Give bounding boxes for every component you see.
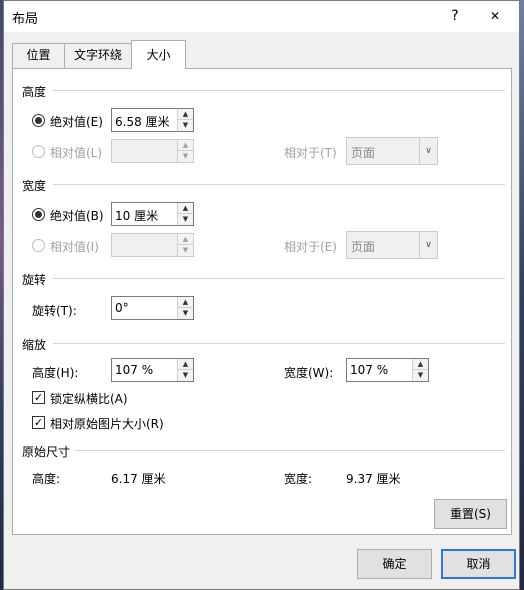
cancel-button[interactable]: 取消 <box>441 549 516 579</box>
rotation-section-title: 旋转 <box>22 273 47 287</box>
original-size-section-title: 原始尺寸 <box>22 445 71 459</box>
spin-down-icon[interactable]: ▼ <box>178 151 193 162</box>
size-panel: 高度 绝对值(E) 6.58 厘米 ▲ ▼ 相对值(L) ▲ ▼ 相对于(T) … <box>12 68 512 535</box>
section-divider <box>53 343 505 344</box>
section-divider <box>75 450 505 451</box>
width-relative-label: 相对值(I) <box>50 240 99 254</box>
height-relative-to-value: 页面 <box>351 146 376 160</box>
width-absolute-value: 10 厘米 <box>115 209 159 223</box>
spin-up-icon[interactable]: ▲ <box>178 109 193 120</box>
title-bar: 布局 ? ✕ <box>4 1 519 32</box>
spin-down-icon[interactable]: ▼ <box>413 370 428 381</box>
spin-buttons: ▲ ▼ <box>412 359 428 381</box>
width-relative-spinbox[interactable]: ▲ ▼ <box>111 233 194 257</box>
reset-button[interactable]: 重置(S) <box>434 499 507 529</box>
scale-width-spinbox[interactable]: 107 % ▲ ▼ <box>346 358 429 382</box>
width-absolute-spinbox[interactable]: 10 厘米 ▲ ▼ <box>111 202 194 226</box>
spin-up-icon[interactable]: ▲ <box>178 297 193 308</box>
width-relative-to-select[interactable]: 页面 ∨ <box>346 231 438 259</box>
chevron-down-icon: ∨ <box>419 138 437 164</box>
spin-up-icon[interactable]: ▲ <box>178 359 193 370</box>
tab-position[interactable]: 位置 <box>12 43 65 68</box>
rotation-spinbox[interactable]: 0° ▲ ▼ <box>111 296 194 320</box>
height-relative-label: 相对值(L) <box>50 146 103 160</box>
ok-button[interactable]: 确定 <box>357 549 432 579</box>
spin-up-icon[interactable]: ▲ <box>178 234 193 245</box>
height-relative-spinbox[interactable]: ▲ ▼ <box>111 139 194 163</box>
help-button[interactable]: ? <box>444 6 466 26</box>
relative-original-checkbox[interactable]: ✓ <box>32 416 45 429</box>
scale-height-spinbox[interactable]: 107 % ▲ ▼ <box>111 358 194 382</box>
height-absolute-label: 绝对值(E) <box>50 115 103 129</box>
height-relative-radio[interactable] <box>32 145 45 158</box>
scale-width-value: 107 % <box>350 363 389 377</box>
spin-down-icon[interactable]: ▼ <box>178 370 193 381</box>
original-width-value: 9.37 厘米 <box>346 472 401 486</box>
scale-section-title: 缩放 <box>22 338 47 352</box>
original-height-value: 6.17 厘米 <box>111 472 166 486</box>
spin-up-icon[interactable]: ▲ <box>178 203 193 214</box>
spin-down-icon[interactable]: ▼ <box>178 120 193 131</box>
scale-width-label: 宽度(W): <box>284 366 334 380</box>
dialog-title: 布局 <box>12 12 39 27</box>
width-section-title: 宽度 <box>22 179 47 193</box>
lock-aspect-label: 锁定纵横比(A) <box>50 392 128 406</box>
rotation-label: 旋转(T): <box>32 304 77 318</box>
chevron-down-icon: ∨ <box>419 232 437 258</box>
background-right-edge <box>520 0 524 590</box>
spin-buttons: ▲ ▼ <box>177 140 193 162</box>
spin-buttons: ▲ ▼ <box>177 203 193 225</box>
height-absolute-spinbox[interactable]: 6.58 厘米 ▲ ▼ <box>111 108 194 132</box>
spin-buttons: ▲ ▼ <box>177 109 193 131</box>
layout-dialog: 布局 ? ✕ 位置 文字环绕 大小 高度 绝对值(E) 6.58 厘米 ▲ ▼ … <box>3 0 520 590</box>
tab-text-wrapping[interactable]: 文字环绕 <box>64 43 132 68</box>
original-width-label: 宽度: <box>284 472 313 486</box>
width-absolute-label: 绝对值(B) <box>50 209 104 223</box>
scale-height-label: 高度(H): <box>32 366 79 380</box>
width-relative-to-label: 相对于(E) <box>284 240 337 254</box>
lock-aspect-checkbox[interactable]: ✓ <box>32 391 45 404</box>
width-relative-to-value: 页面 <box>351 240 376 254</box>
relative-original-label: 相对原始图片大小(R) <box>50 417 164 431</box>
spin-up-icon[interactable]: ▲ <box>413 359 428 370</box>
width-absolute-radio[interactable] <box>32 208 45 221</box>
rotation-value: 0° <box>115 301 129 315</box>
spin-up-icon[interactable]: ▲ <box>178 140 193 151</box>
scale-height-value: 107 % <box>115 363 154 377</box>
tab-size[interactable]: 大小 <box>131 40 186 69</box>
spin-down-icon[interactable]: ▼ <box>178 214 193 225</box>
height-relative-to-select[interactable]: 页面 ∨ <box>346 137 438 165</box>
height-relative-to-label: 相对于(T) <box>284 146 337 160</box>
height-section-title: 高度 <box>22 85 47 99</box>
close-button[interactable]: ✕ <box>484 6 506 26</box>
spin-buttons: ▲ ▼ <box>177 297 193 319</box>
spin-down-icon[interactable]: ▼ <box>178 245 193 256</box>
spin-buttons: ▲ ▼ <box>177 234 193 256</box>
section-divider <box>53 90 505 91</box>
section-divider <box>53 278 505 279</box>
section-divider <box>53 184 505 185</box>
height-absolute-value: 6.58 厘米 <box>115 115 170 129</box>
spin-buttons: ▲ ▼ <box>177 359 193 381</box>
spin-down-icon[interactable]: ▼ <box>178 308 193 319</box>
original-height-label: 高度: <box>32 472 61 486</box>
height-absolute-radio[interactable] <box>32 114 45 127</box>
width-relative-radio[interactable] <box>32 239 45 252</box>
